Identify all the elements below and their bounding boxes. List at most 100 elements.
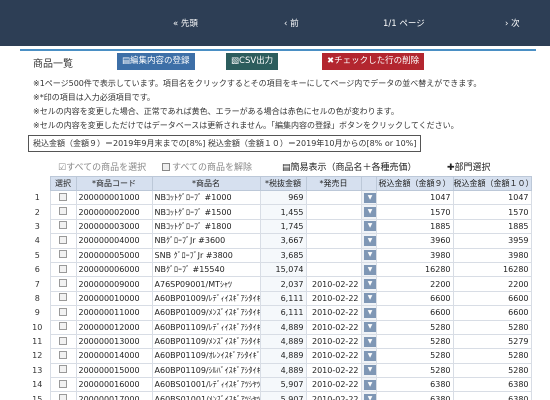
row-select-checkbox[interactable] xyxy=(49,362,77,379)
simple-view-toggle[interactable]: ▤簡易表示（商品名＋各種売価） xyxy=(282,162,417,174)
product-name-cell[interactable]: A60BS01001/ﾚﾃﾞｨｲｽｷﾞｱﾂｼﾔﾂ xyxy=(151,377,261,393)
date-dropdown-button[interactable]: ▼ xyxy=(360,319,377,335)
row-select-checkbox[interactable] xyxy=(49,377,77,393)
chevron-down-icon[interactable]: ▼ xyxy=(363,207,375,218)
product-name-cell[interactable]: SNB ｸﾞﾛｰﾌﾞJr #3800 xyxy=(151,247,261,263)
chevron-down-icon[interactable]: ▼ xyxy=(363,235,375,246)
chevron-down-icon[interactable]: ▼ xyxy=(363,264,375,275)
row-select-checkbox[interactable] xyxy=(49,348,77,364)
date-dropdown-button[interactable]: ▼ xyxy=(360,189,377,206)
row-select-checkbox[interactable] xyxy=(49,247,77,263)
release-date-cell[interactable]: 2010-02-22 xyxy=(305,377,362,393)
prev-page-link[interactable]: ‹ 前 xyxy=(284,17,299,29)
product-name-cell[interactable]: NBｸﾞﾛｰﾌﾞJr #3600 xyxy=(151,233,261,249)
product-code-cell[interactable]: 200000016000 xyxy=(75,377,153,393)
row-select-checkbox[interactable] xyxy=(49,189,77,206)
release-date-cell[interactable]: 2010-02-22 xyxy=(305,305,362,321)
row-select-checkbox[interactable] xyxy=(49,218,77,235)
product-code-cell[interactable]: 200000004000 xyxy=(75,233,153,249)
date-dropdown-button[interactable]: ▼ xyxy=(360,261,377,278)
release-date-cell[interactable]: 2010-02-22 xyxy=(305,276,362,292)
department-select-button[interactable]: ✚部門選択 xyxy=(447,162,491,174)
product-name-cell[interactable]: A60BP01009/ﾒﾝｽﾞｲｽｷﾞｱｼﾀｲｷﾞ xyxy=(151,305,261,321)
row-select-checkbox[interactable] xyxy=(49,391,77,400)
chevron-down-icon[interactable]: ▼ xyxy=(363,350,375,361)
release-date-cell[interactable]: 2010-02-22 xyxy=(305,290,362,307)
row-select-checkbox[interactable] xyxy=(49,204,77,220)
release-date-cell[interactable]: 2010-02-22 xyxy=(305,319,362,335)
date-dropdown-button[interactable]: ▼ xyxy=(360,305,377,321)
product-code-cell[interactable]: 200000005000 xyxy=(75,247,153,263)
product-name-cell[interactable]: A60BP01109/ｵﾚﾝｲｽｷﾞｱｼﾀｲｷﾞ xyxy=(151,348,261,364)
csv-export-button[interactable]: ▧CSV出力 xyxy=(226,53,279,70)
column-header-select[interactable]: 選択 xyxy=(49,176,77,191)
product-code-cell[interactable]: 200000003000 xyxy=(75,218,153,235)
price-cell[interactable]: 4,889 xyxy=(259,362,307,379)
price-cell[interactable]: 3,667 xyxy=(259,233,307,249)
price-cell[interactable]: 6,111 xyxy=(259,305,307,321)
checkbox-icon[interactable] xyxy=(59,192,67,201)
product-code-cell[interactable]: 200000014000 xyxy=(75,348,153,364)
price-cell[interactable]: 15,074 xyxy=(259,261,307,278)
chevron-down-icon[interactable]: ▼ xyxy=(363,221,375,232)
checkbox-icon[interactable] xyxy=(59,307,67,316)
product-code-cell[interactable]: 200000002000 xyxy=(75,204,153,220)
price-cell[interactable]: 969 xyxy=(259,189,307,206)
date-dropdown-button[interactable]: ▼ xyxy=(360,247,377,263)
price-cell[interactable]: 1,745 xyxy=(259,218,307,235)
row-select-checkbox[interactable] xyxy=(49,233,77,249)
date-dropdown-button[interactable]: ▼ xyxy=(360,348,377,364)
product-code-cell[interactable]: 200000006000 xyxy=(75,261,153,278)
column-header-release-date[interactable]: *発売日 xyxy=(305,176,362,191)
date-dropdown-button[interactable]: ▼ xyxy=(360,391,377,400)
checkbox-icon[interactable] xyxy=(59,293,67,302)
column-header-name[interactable]: *商品名 xyxy=(151,176,261,191)
product-name-cell[interactable]: NBｸﾞﾛｰﾌﾞ #15540 xyxy=(151,261,261,278)
product-name-cell[interactable]: NBｺｯﾄｸﾞﾛｰﾌﾞ #1500 xyxy=(151,204,261,220)
row-select-checkbox[interactable] xyxy=(49,319,77,335)
date-dropdown-button[interactable]: ▼ xyxy=(360,290,377,307)
price-cell[interactable]: 4,889 xyxy=(259,319,307,335)
price-cell[interactable]: 5,907 xyxy=(259,391,307,400)
first-page-link[interactable]: « 先頭 xyxy=(173,17,198,29)
price-cell[interactable]: 1,455 xyxy=(259,204,307,220)
product-name-cell[interactable]: NBｺｯﾄｸﾞﾛｰﾌﾞ #1800 xyxy=(151,218,261,235)
row-select-checkbox[interactable] xyxy=(49,276,77,292)
price-cell[interactable]: 4,889 xyxy=(259,348,307,364)
product-name-cell[interactable]: A60BP01109/ﾚﾃﾞｨｲｽｷﾞｱｼﾀｲｷﾞ xyxy=(151,319,261,335)
date-dropdown-button[interactable]: ▼ xyxy=(360,218,377,235)
product-code-cell[interactable]: 200000013000 xyxy=(75,333,153,350)
chevron-down-icon[interactable]: ▼ xyxy=(363,322,375,333)
product-code-cell[interactable]: 200000011000 xyxy=(75,305,153,321)
checkbox-icon[interactable] xyxy=(59,264,67,273)
product-code-cell[interactable]: 200000010000 xyxy=(75,290,153,307)
release-date-cell[interactable] xyxy=(305,233,362,249)
chevron-down-icon[interactable]: ▼ xyxy=(363,279,375,290)
product-code-cell[interactable]: 200000012000 xyxy=(75,319,153,335)
next-page-link[interactable]: › 次 xyxy=(505,17,520,29)
checkbox-icon[interactable] xyxy=(59,322,67,331)
checkbox-icon[interactable] xyxy=(59,279,67,288)
release-date-cell[interactable]: 2010-02-22 xyxy=(305,391,362,400)
chevron-down-icon[interactable]: ▼ xyxy=(363,365,375,376)
product-code-cell[interactable]: 200000009000 xyxy=(75,276,153,292)
chevron-down-icon[interactable]: ▼ xyxy=(363,293,375,304)
row-select-checkbox[interactable] xyxy=(49,305,77,321)
date-dropdown-button[interactable]: ▼ xyxy=(360,204,377,220)
price-cell[interactable]: 3,685 xyxy=(259,247,307,263)
product-name-cell[interactable]: A60BP01109/ｼﾙﾊﾞｲｽｷﾞｱｼﾀｲｷﾞ xyxy=(151,362,261,379)
checkbox-icon[interactable] xyxy=(59,394,67,400)
price-cell[interactable]: 6,111 xyxy=(259,290,307,307)
checkbox-icon[interactable] xyxy=(59,350,67,359)
product-name-cell[interactable]: A60BP01009/ﾚﾃﾞｨｲｽｷﾞｱｼﾀｲｷﾞ xyxy=(151,290,261,307)
release-date-cell[interactable] xyxy=(305,204,362,220)
date-dropdown-button[interactable]: ▼ xyxy=(360,377,377,393)
release-date-cell[interactable] xyxy=(305,189,362,206)
checkbox-icon[interactable] xyxy=(59,235,67,244)
product-name-cell[interactable]: A76SP09001/MTｼｬﾂ xyxy=(151,276,261,292)
release-date-cell[interactable] xyxy=(305,261,362,278)
product-code-cell[interactable]: 200000015000 xyxy=(75,362,153,379)
product-name-cell[interactable]: A60BP01109/ﾒﾝｽﾞｲｽｷﾞｱｼﾀｲｷﾞ xyxy=(151,333,261,350)
price-cell[interactable]: 4,889 xyxy=(259,333,307,350)
chevron-down-icon[interactable]: ▼ xyxy=(363,307,375,318)
